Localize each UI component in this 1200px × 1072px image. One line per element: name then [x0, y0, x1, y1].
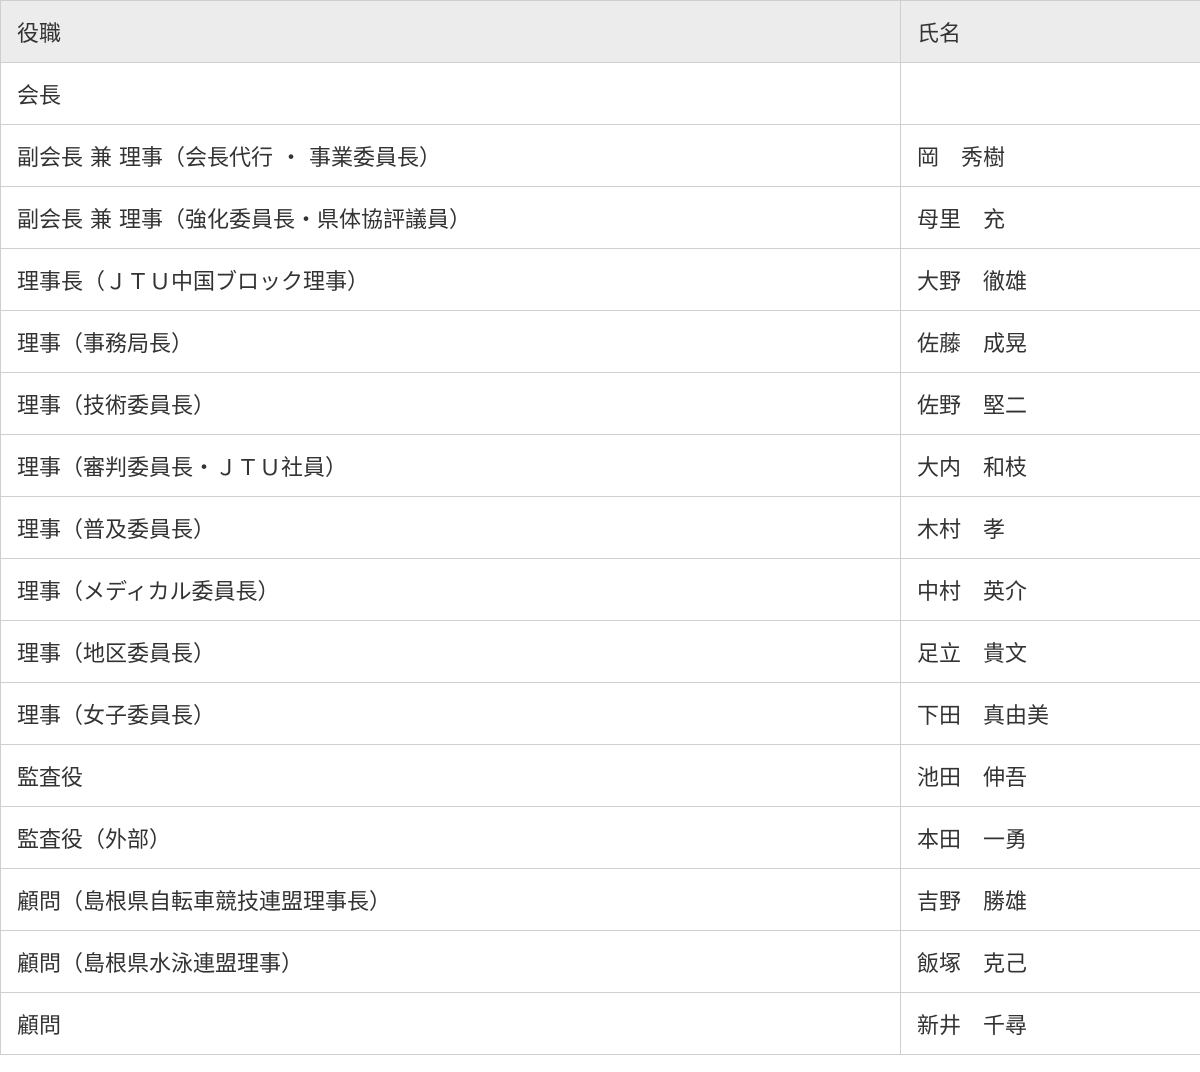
name-cell: 佐藤 成晃 — [900, 310, 1200, 373]
role-cell: 副会長 兼 理事（会長代行 ・ 事業委員長） — [0, 124, 901, 187]
table-row: 顧問 新井 千尋 — [0, 992, 1200, 1055]
table-body: 会長 副会長 兼 理事（会長代行 ・ 事業委員長） 岡 秀樹 副会長 兼 理事（… — [0, 62, 1200, 1055]
role-cell: 理事（メディカル委員長） — [0, 558, 901, 621]
table-header: 役職 氏名 — [0, 0, 1200, 63]
name-cell: 木村 孝 — [900, 496, 1200, 559]
role-cell: 理事長（ＪＴＵ中国ブロック理事） — [0, 248, 901, 311]
table-row: 理事（技術委員長） 佐野 堅二 — [0, 372, 1200, 435]
name-cell: 大内 和枝 — [900, 434, 1200, 497]
name-cell: 中村 英介 — [900, 558, 1200, 621]
table-row: 理事（女子委員長） 下田 真由美 — [0, 682, 1200, 745]
name-cell: 足立 貴文 — [900, 620, 1200, 683]
table-row: 理事（事務局長） 佐藤 成晃 — [0, 310, 1200, 373]
table-row: 副会長 兼 理事（会長代行 ・ 事業委員長） 岡 秀樹 — [0, 124, 1200, 187]
role-cell: 理事（技術委員長） — [0, 372, 901, 435]
role-cell: 顧問（島根県水泳連盟理事） — [0, 930, 901, 993]
table-row: 理事（審判委員長・ＪＴＵ社員） 大内 和枝 — [0, 434, 1200, 497]
table-row: 理事（普及委員長） 木村 孝 — [0, 496, 1200, 559]
table-row: 顧問（島根県自転車競技連盟理事長） 吉野 勝雄 — [0, 868, 1200, 931]
role-cell: 理事（地区委員長） — [0, 620, 901, 683]
table-row: 顧問（島根県水泳連盟理事） 飯塚 克己 — [0, 930, 1200, 993]
table-row: 理事（地区委員長） 足立 貴文 — [0, 620, 1200, 683]
role-cell: 監査役（外部） — [0, 806, 901, 869]
name-cell: 大野 徹雄 — [900, 248, 1200, 311]
header-name: 氏名 — [900, 0, 1200, 63]
role-cell: 理事（審判委員長・ＪＴＵ社員） — [0, 434, 901, 497]
table-row: 監査役（外部） 本田 一勇 — [0, 806, 1200, 869]
role-cell: 会長 — [0, 62, 901, 125]
role-cell: 理事（普及委員長） — [0, 496, 901, 559]
header-row: 役職 氏名 — [0, 0, 1200, 63]
table-row: 副会長 兼 理事（強化委員長・県体協評議員） 母里 充 — [0, 186, 1200, 249]
name-cell: 下田 真由美 — [900, 682, 1200, 745]
table-row: 監査役 池田 伸吾 — [0, 744, 1200, 807]
name-cell: 飯塚 克己 — [900, 930, 1200, 993]
name-cell: 岡 秀樹 — [900, 124, 1200, 187]
table-row: 会長 — [0, 62, 1200, 125]
name-cell: 吉野 勝雄 — [900, 868, 1200, 931]
role-cell: 顧問 — [0, 992, 901, 1055]
name-cell: 池田 伸吾 — [900, 744, 1200, 807]
name-cell: 母里 充 — [900, 186, 1200, 249]
role-cell: 監査役 — [0, 744, 901, 807]
header-role: 役職 — [0, 0, 901, 63]
table-row: 理事長（ＪＴＵ中国ブロック理事） 大野 徹雄 — [0, 248, 1200, 311]
name-cell: 本田 一勇 — [900, 806, 1200, 869]
officers-table: 役職 氏名 会長 副会長 兼 理事（会長代行 ・ 事業委員長） 岡 秀樹 副会長… — [0, 0, 1200, 1055]
role-cell: 副会長 兼 理事（強化委員長・県体協評議員） — [0, 186, 901, 249]
role-cell: 顧問（島根県自転車競技連盟理事長） — [0, 868, 901, 931]
role-cell: 理事（女子委員長） — [0, 682, 901, 745]
name-cell — [900, 62, 1200, 125]
name-cell: 新井 千尋 — [900, 992, 1200, 1055]
role-cell: 理事（事務局長） — [0, 310, 901, 373]
table-row: 理事（メディカル委員長） 中村 英介 — [0, 558, 1200, 621]
name-cell: 佐野 堅二 — [900, 372, 1200, 435]
